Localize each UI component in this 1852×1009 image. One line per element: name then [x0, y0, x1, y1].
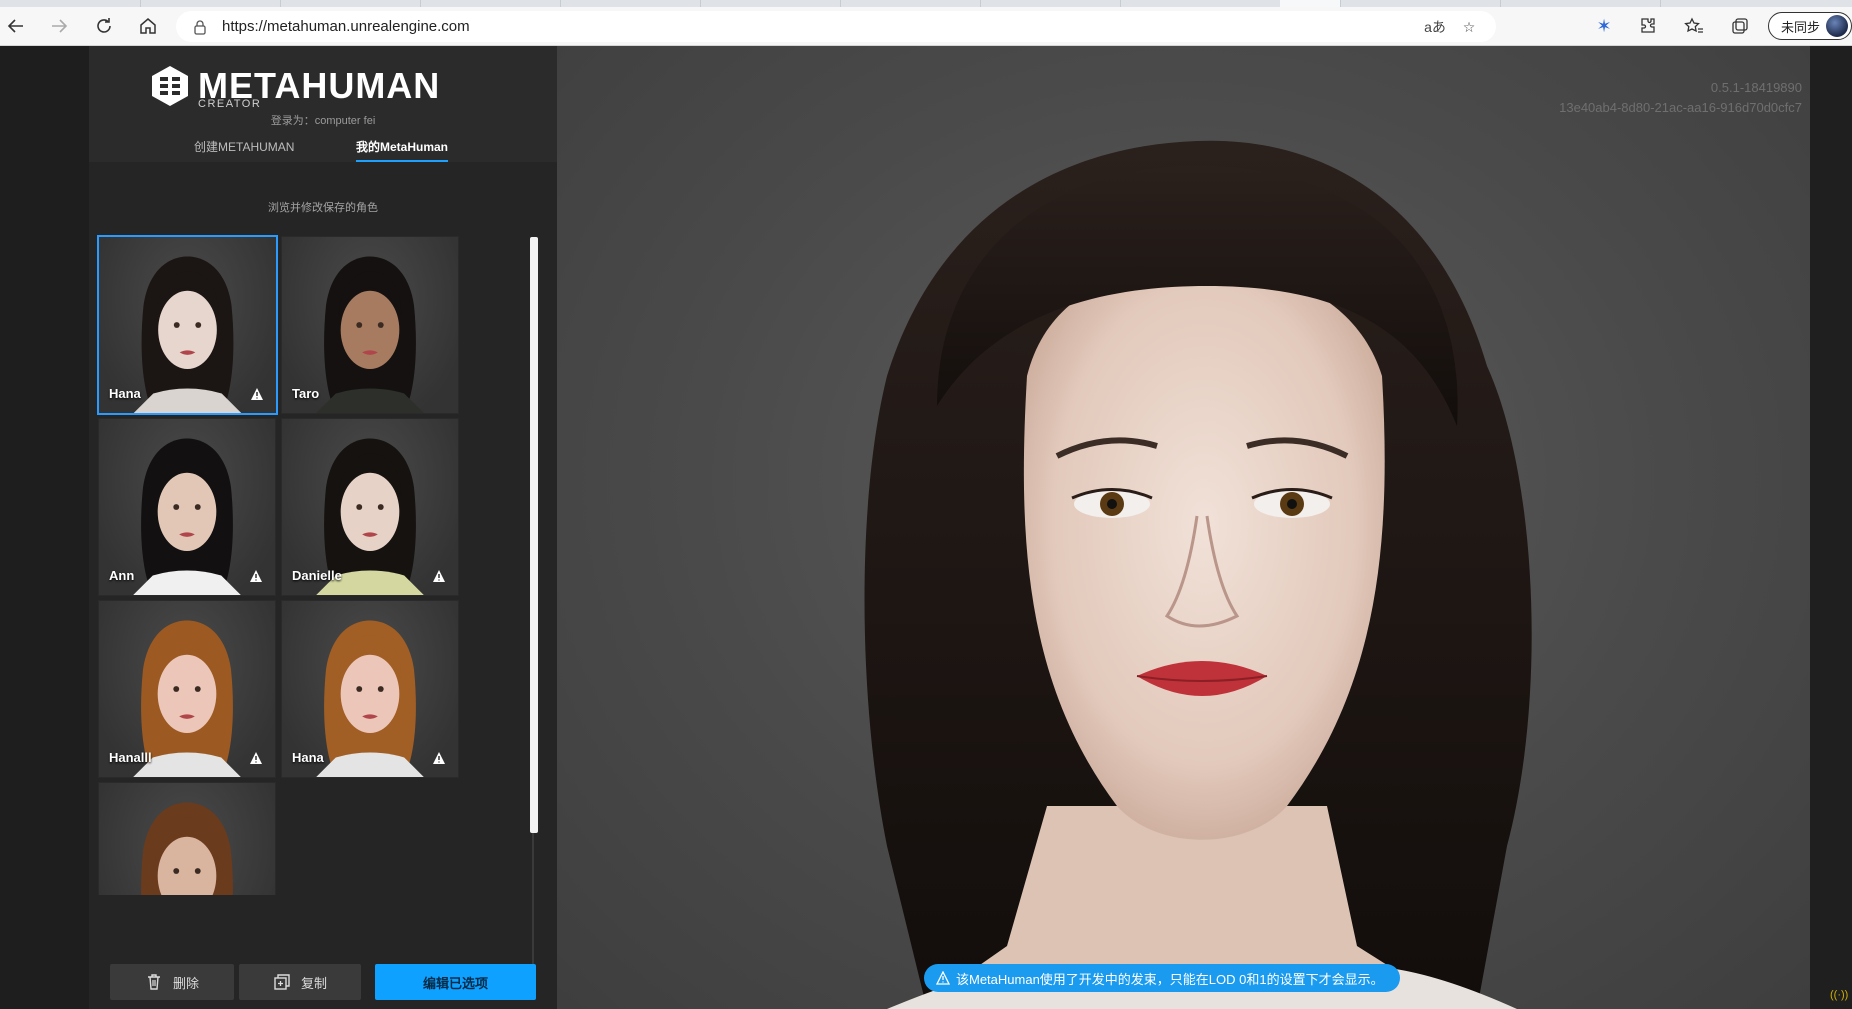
duplicate-label: 复制	[300, 975, 327, 991]
session-id: 13e40ab4-8d80-21ac-aa16-916d70d0cfc7	[1559, 100, 1802, 115]
character-card[interactable]: Hanalll	[98, 600, 276, 778]
browser-tab[interactable]	[560, 0, 701, 7]
character-card[interactable]: Hana	[97, 235, 278, 415]
sync-label: 未同步	[1781, 19, 1821, 35]
profile-sync-button[interactable]: 未同步	[1768, 12, 1852, 40]
edit-selected-button[interactable]: 编辑已选项	[375, 964, 536, 1000]
collections-icon[interactable]	[1726, 12, 1754, 40]
trash-icon	[147, 974, 160, 990]
warning-icon	[250, 570, 262, 582]
warning-icon	[433, 570, 445, 582]
tab-create-metahuman[interactable]: 创建METAHUMAN	[194, 138, 294, 160]
browser-tab[interactable]	[1120, 0, 1281, 7]
character-card[interactable]: Taro	[281, 236, 459, 414]
character-grid: Hana Taro Ann Danielle Hanalll Hana	[97, 235, 537, 895]
browser-tab[interactable]	[840, 0, 981, 7]
panel-subtitle: 浏览并修改保存的角色	[268, 202, 378, 214]
character-name: Hana	[292, 750, 324, 765]
character-name: Ann	[109, 568, 135, 583]
character-name: Hana	[109, 386, 141, 401]
browser-tab[interactable]	[1660, 0, 1852, 7]
character-name: Taro	[292, 386, 320, 401]
browser-tab[interactable]	[980, 0, 1121, 7]
browser-tab[interactable]	[420, 0, 561, 7]
scrollbar-thumb[interactable]	[530, 237, 538, 833]
browser-tab-active[interactable]	[1280, 0, 1341, 7]
character-card[interactable]: Hana	[281, 600, 459, 778]
browser-tab[interactable]	[1500, 0, 1661, 7]
translate-icon[interactable]: aあ	[1422, 14, 1448, 40]
version-number: 0.5.1-18419890	[1710, 80, 1802, 95]
browser-tab-strip[interactable]	[0, 0, 1852, 7]
character-card[interactable]: Danielle	[281, 418, 459, 596]
login-status: 登录为：computer fei	[270, 115, 376, 127]
duplicate-button[interactable]: 复制	[239, 964, 361, 1000]
character-render	[864, 140, 1532, 1009]
extensions-puzzle-icon[interactable]	[1634, 12, 1662, 40]
page: METAHUMAN CREATOR 登录为：computer fei 创建MET…	[0, 46, 1852, 1009]
warning-icon	[251, 388, 263, 400]
panel-header: METAHUMAN CREATOR 登录为：computer fei 创建MET…	[89, 46, 557, 162]
refresh-icon[interactable]	[90, 12, 118, 40]
warning-icon	[936, 971, 950, 985]
browser-tab[interactable]	[280, 0, 421, 7]
character-card[interactable]	[98, 782, 276, 895]
warning-icon	[433, 752, 445, 764]
panel-tabs: 创建METAHUMAN 我的MetaHuman	[89, 138, 557, 162]
tab-my-metahuman[interactable]: 我的MetaHuman	[356, 138, 449, 162]
right-bar: ((·))	[1810, 46, 1852, 1009]
character-card[interactable]: Ann	[98, 418, 276, 596]
groom-warning-text: 该MetaHuman使用了开发中的发束，只能在LOD 0和1的设置下才会显示。	[956, 971, 1384, 987]
delete-button[interactable]: 删除	[110, 964, 234, 1000]
delete-label: 删除	[172, 975, 199, 991]
character-name: Hanalll	[109, 750, 152, 765]
browser-tab[interactable]	[1340, 0, 1501, 7]
groom-warning-banner: 该MetaHuman使用了开发中的发束，只能在LOD 0和1的设置下才会显示。	[924, 964, 1400, 992]
signal-icon: ((·))	[1830, 989, 1849, 1001]
left-gutter	[0, 46, 89, 1009]
browser-tab[interactable]	[700, 0, 841, 7]
address-bar[interactable]: https://metahuman.unrealengine.com aあ ☆	[176, 11, 1496, 42]
lock-icon[interactable]	[192, 19, 208, 35]
avatar	[1826, 15, 1848, 37]
character-viewport[interactable]: 0.5.1-18419890 13e40ab4-8d80-21ac-aa16-9…	[557, 46, 1810, 1009]
metahuman-logo: METAHUMAN	[148, 64, 440, 108]
character-portrait	[141, 802, 233, 895]
warning-icon	[250, 752, 262, 764]
browser-toolbar: https://metahuman.unrealengine.com aあ ☆ …	[0, 7, 1852, 46]
url-text[interactable]: https://metahuman.unrealengine.com	[222, 18, 470, 35]
browser-tab[interactable]	[140, 0, 281, 7]
browser-tab[interactable]	[0, 0, 141, 7]
favorites-icon[interactable]	[1680, 12, 1708, 40]
forward-icon[interactable]	[45, 12, 73, 40]
character-name: Danielle	[292, 568, 342, 583]
back-icon[interactable]	[2, 12, 30, 40]
logo-subtitle: CREATOR	[198, 98, 262, 110]
duplicate-icon	[274, 974, 290, 990]
metahuman-logo-icon	[152, 66, 188, 106]
version-info: 0.5.1-18419890 13e40ab4-8d80-21ac-aa16-9…	[1559, 78, 1802, 118]
home-icon[interactable]	[134, 12, 162, 40]
extension-bird-icon[interactable]: ✶	[1590, 12, 1618, 40]
edit-selected-label: 编辑已选项	[422, 975, 488, 991]
character-panel: METAHUMAN CREATOR 登录为：computer fei 创建MET…	[89, 46, 557, 1009]
add-favorite-icon[interactable]: ☆	[1456, 14, 1482, 40]
